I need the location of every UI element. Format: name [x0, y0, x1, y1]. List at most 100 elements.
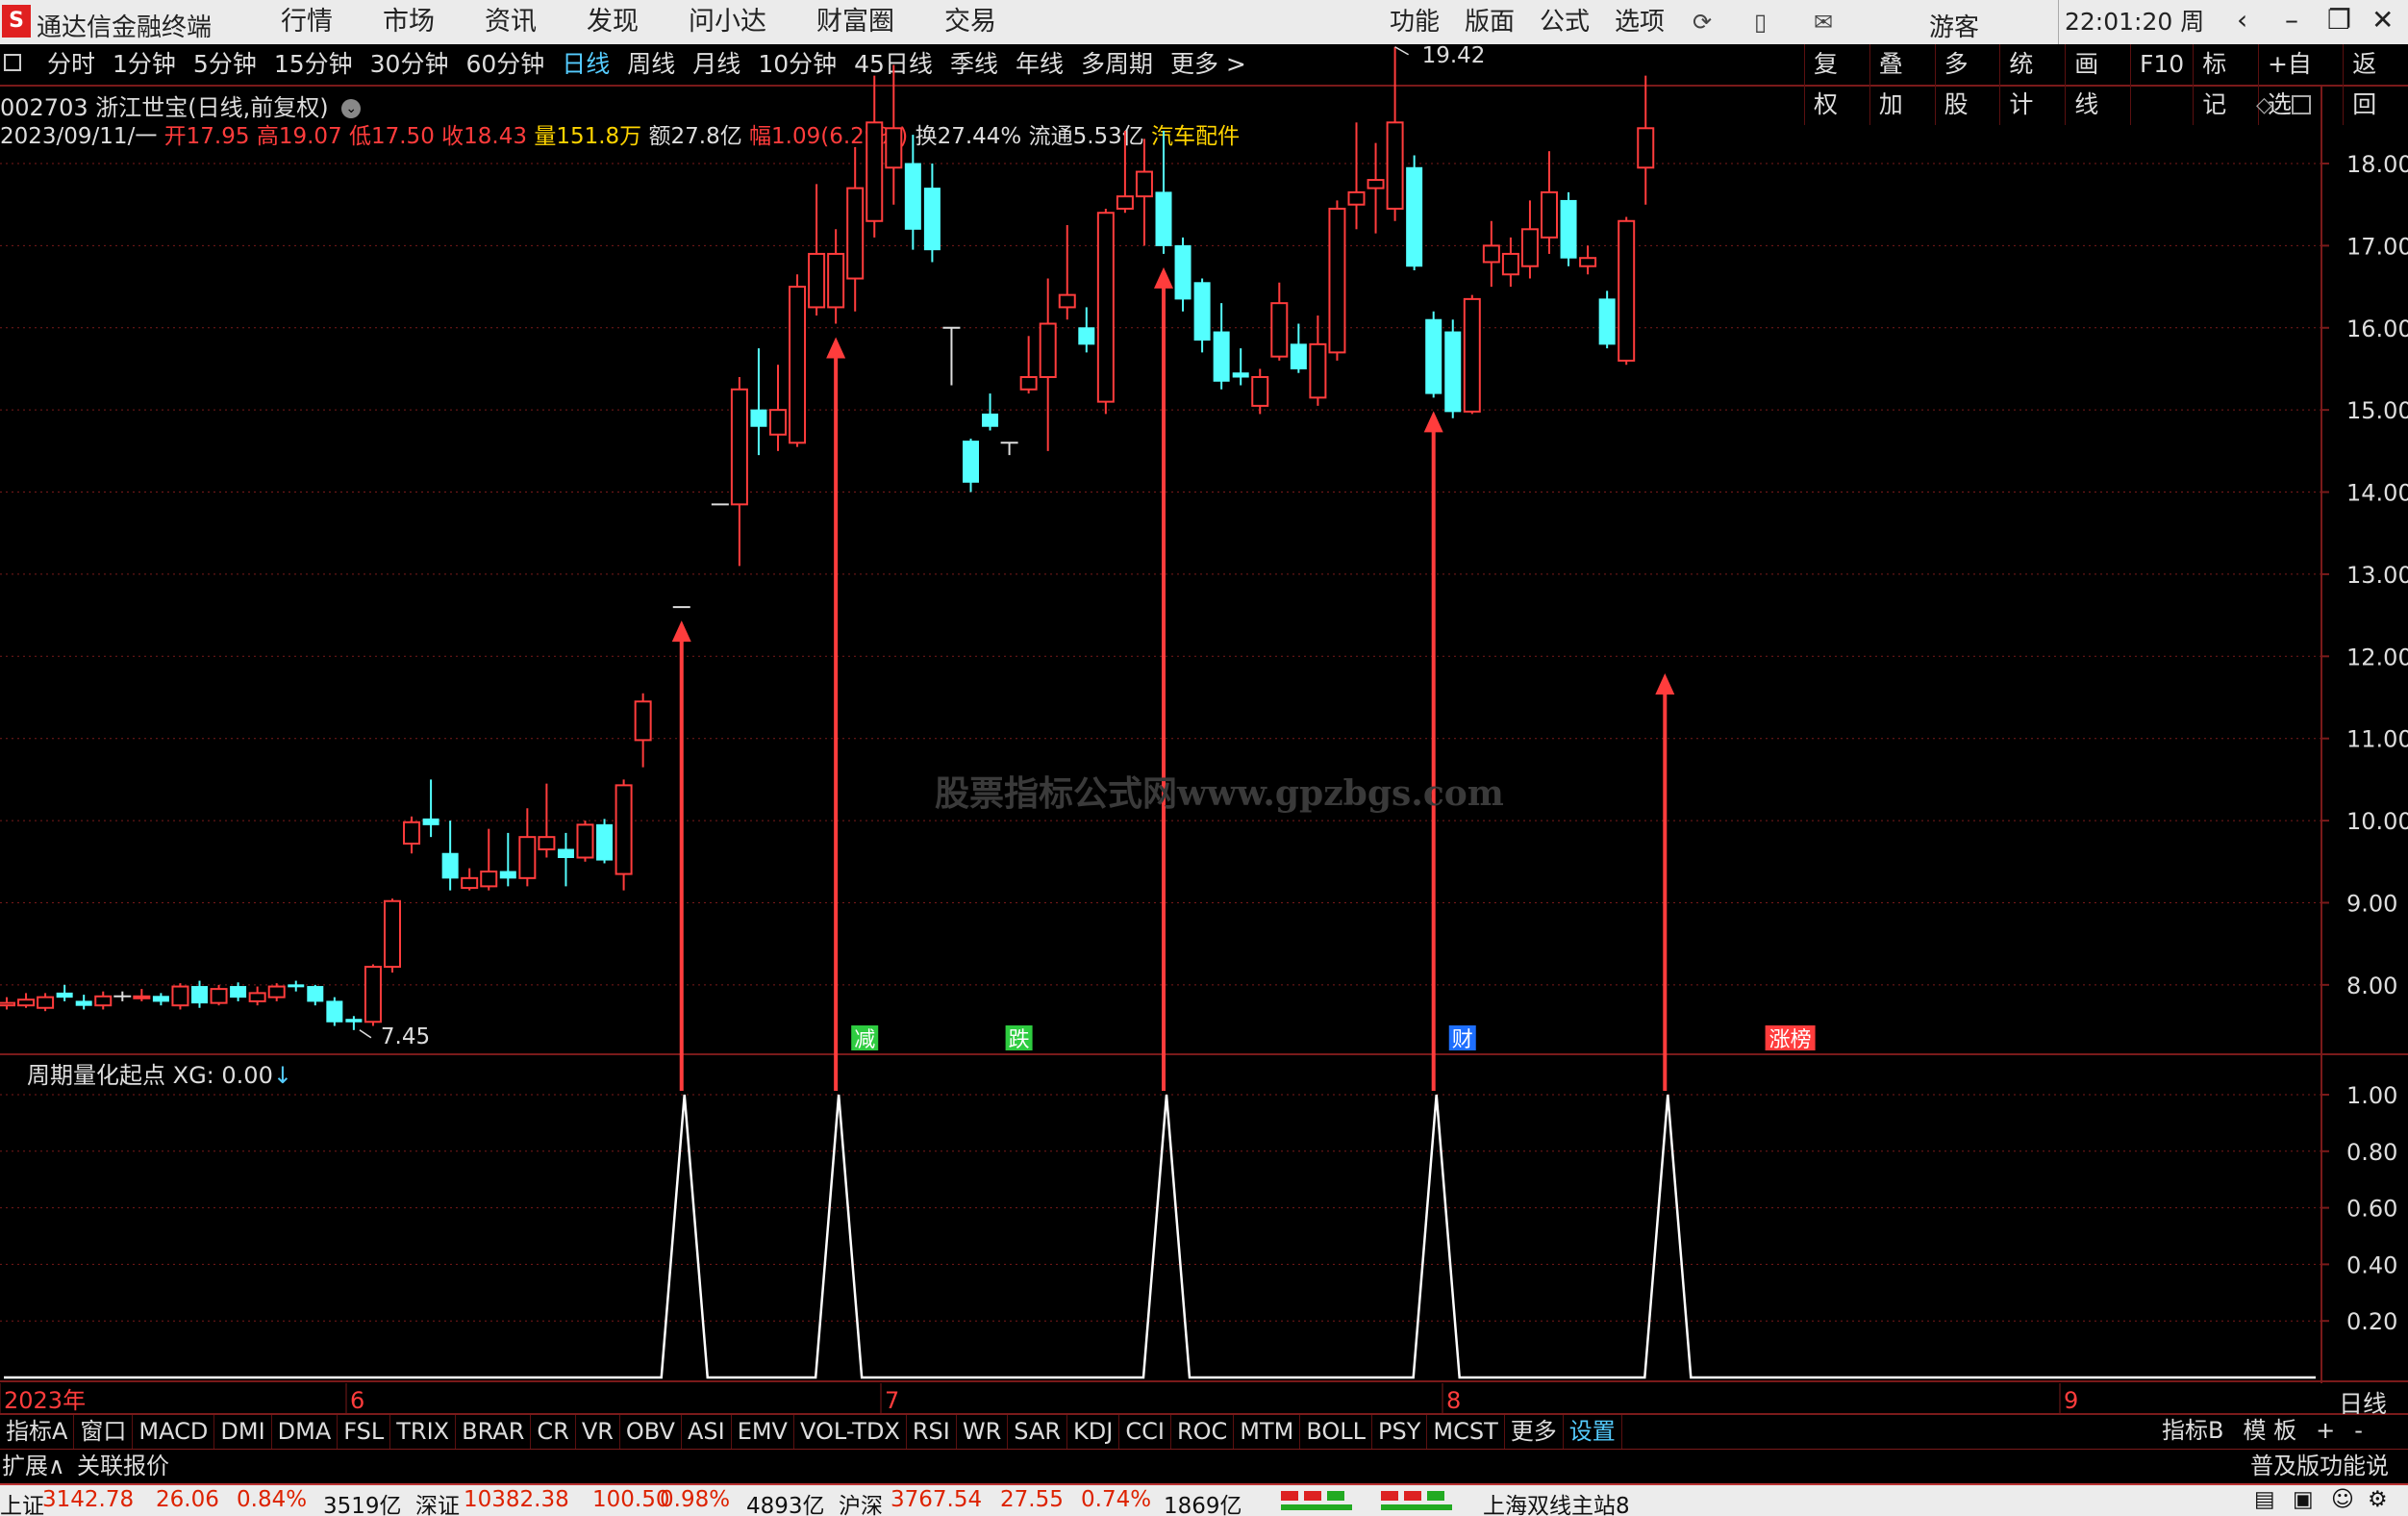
- candle: [1078, 307, 1095, 353]
- candle-body-up: [1039, 322, 1057, 378]
- indicator-tab[interactable]: DMI: [214, 1415, 272, 1450]
- y-tick-label: 8.00: [2346, 973, 2397, 999]
- sub-y-tick-label: 0.80: [2346, 1139, 2397, 1166]
- indicator-tab[interactable]: DMA: [272, 1415, 339, 1450]
- candle: [0, 997, 15, 1010]
- settings-icon[interactable]: ⚙: [2368, 1487, 2388, 1512]
- indicator-right-button[interactable]: +: [2306, 1414, 2345, 1447]
- indicator-tab[interactable]: VR: [576, 1415, 620, 1450]
- sz-index-name[interactable]: 深证: [415, 1487, 460, 1516]
- candle-body-up: [1579, 257, 1597, 267]
- server-name[interactable]: 上海双线主站8: [1483, 1487, 1630, 1516]
- candle: [730, 377, 748, 567]
- y-tick-label: 15.00: [2346, 397, 2408, 424]
- candle-body-up: [1251, 376, 1269, 407]
- candle: [152, 993, 169, 1006]
- candle-body-down: [288, 984, 305, 988]
- candle-body-down: [1406, 166, 1423, 267]
- candle-body-up: [827, 252, 845, 309]
- market-breadth-bars-2: [1371, 1489, 1462, 1514]
- expand-button[interactable]: 扩展∧: [2, 1450, 65, 1482]
- indicator-value: XG: 0.00: [172, 1062, 273, 1089]
- indicator-tab[interactable]: RSI: [907, 1415, 957, 1450]
- candle: [248, 986, 266, 1006]
- indicator-tab[interactable]: ASI: [682, 1415, 732, 1450]
- indicator-tab[interactable]: TRIX: [390, 1415, 457, 1450]
- y-tick-label: 13.00: [2346, 562, 2408, 589]
- indicator-right-buttons: 指标B 模 板 + -: [2152, 1414, 2372, 1447]
- kline-chart[interactable]: 18.00 17.00 16.00 15.00 14.00 13.00 12.00 11.00…: [0, 0, 2408, 1414]
- candle: [923, 164, 941, 263]
- indicator-tab[interactable]: SAR: [1008, 1415, 1068, 1450]
- diamond-icon: ◇: [2256, 93, 2272, 117]
- candle-body-down: [923, 188, 941, 251]
- arrow-head: [1423, 411, 1443, 433]
- candle-body-down: [422, 818, 439, 825]
- hs-index-name[interactable]: 沪深: [839, 1487, 883, 1516]
- candle: [1155, 130, 1172, 254]
- candle: [1000, 442, 1018, 456]
- indicator-tab[interactable]: BOLL: [1300, 1415, 1373, 1450]
- candle: [1579, 245, 1597, 275]
- candle-body-up: [1135, 170, 1153, 198]
- candle-body-up: [1058, 293, 1076, 309]
- x-tick-label: 8: [1446, 1387, 1461, 1414]
- indicator-tab[interactable]: ROC: [1171, 1415, 1235, 1450]
- related-quote-button[interactable]: 关联报价: [77, 1450, 169, 1482]
- news-tag-label: 涨榜: [1769, 1028, 1812, 1052]
- news-tag-label: 财: [1452, 1028, 1473, 1052]
- candle-body-down: [191, 986, 208, 1004]
- indicator-right-button[interactable]: 模 板: [2233, 1414, 2306, 1447]
- candle: [1193, 278, 1211, 353]
- indicator-tab[interactable]: PSY: [1372, 1415, 1428, 1450]
- indicator-tab[interactable]: MCST: [1427, 1415, 1505, 1450]
- candle-body-up: [403, 821, 421, 845]
- candle: [210, 984, 228, 1006]
- candle: [480, 828, 498, 891]
- candle-body-up: [94, 995, 113, 1007]
- indicator-tab[interactable]: CCI: [1119, 1415, 1171, 1450]
- lock-icon[interactable]: ▣: [2293, 1487, 2314, 1512]
- candle: [1270, 282, 1289, 361]
- candle-body-up: [384, 899, 401, 969]
- indicator-right-button[interactable]: 指标B: [2152, 1414, 2233, 1447]
- low-pointer: [359, 1029, 372, 1039]
- candle-body-down: [307, 986, 324, 1002]
- candle-body-up: [210, 988, 228, 1004]
- candle-body-down: [557, 848, 574, 859]
- indicator-tab[interactable]: KDJ: [1067, 1415, 1120, 1450]
- candle-body-down: [596, 823, 614, 861]
- candle-body-down: [1444, 331, 1462, 413]
- indicator-tab[interactable]: OBV: [620, 1415, 682, 1450]
- indicator-tab[interactable]: 指标A: [0, 1415, 75, 1450]
- candle-body-up: [1116, 195, 1134, 210]
- indicator-tab[interactable]: 设置: [1564, 1415, 1622, 1450]
- user-icon[interactable]: ☺: [2331, 1487, 2354, 1512]
- indicator-tab[interactable]: CR: [531, 1415, 576, 1450]
- candle-body-up: [1019, 376, 1038, 391]
- candle-body-up: [885, 127, 903, 169]
- sh-index-name[interactable]: 上证: [0, 1487, 44, 1516]
- y-tick-label: 17.00: [2346, 233, 2408, 260]
- calc-icon[interactable]: ▤: [2254, 1487, 2275, 1512]
- candle-body-up: [37, 996, 55, 1009]
- indicator-tab[interactable]: MACD: [133, 1415, 215, 1450]
- candle-body-up: [1482, 244, 1500, 264]
- candle-body-down: [56, 992, 73, 998]
- indicator-right-button[interactable]: -: [2345, 1414, 2372, 1447]
- indicator-tab[interactable]: 更多: [1505, 1415, 1564, 1450]
- indicator-tab[interactable]: FSL: [338, 1415, 391, 1450]
- candle: [634, 693, 652, 768]
- sub-y-tick-label: 0.40: [2346, 1251, 2397, 1278]
- indicator-tab[interactable]: WR: [957, 1415, 1009, 1450]
- sh-index-value: 3142.78: [42, 1487, 135, 1512]
- indicator-tab[interactable]: MTM: [1234, 1415, 1301, 1450]
- indicator-tab[interactable]: VOL-TDX: [794, 1415, 907, 1450]
- indicator-tab[interactable]: EMV: [732, 1415, 794, 1450]
- indicator-tab[interactable]: BRAR: [456, 1415, 532, 1450]
- indicator-tab[interactable]: 窗口: [74, 1415, 134, 1450]
- candle: [1618, 216, 1636, 366]
- indicator-label[interactable]: 周期量化起点 XG: 0.00↓: [27, 1056, 292, 1090]
- candle: [1019, 336, 1038, 394]
- panel-icon: [2292, 95, 2311, 114]
